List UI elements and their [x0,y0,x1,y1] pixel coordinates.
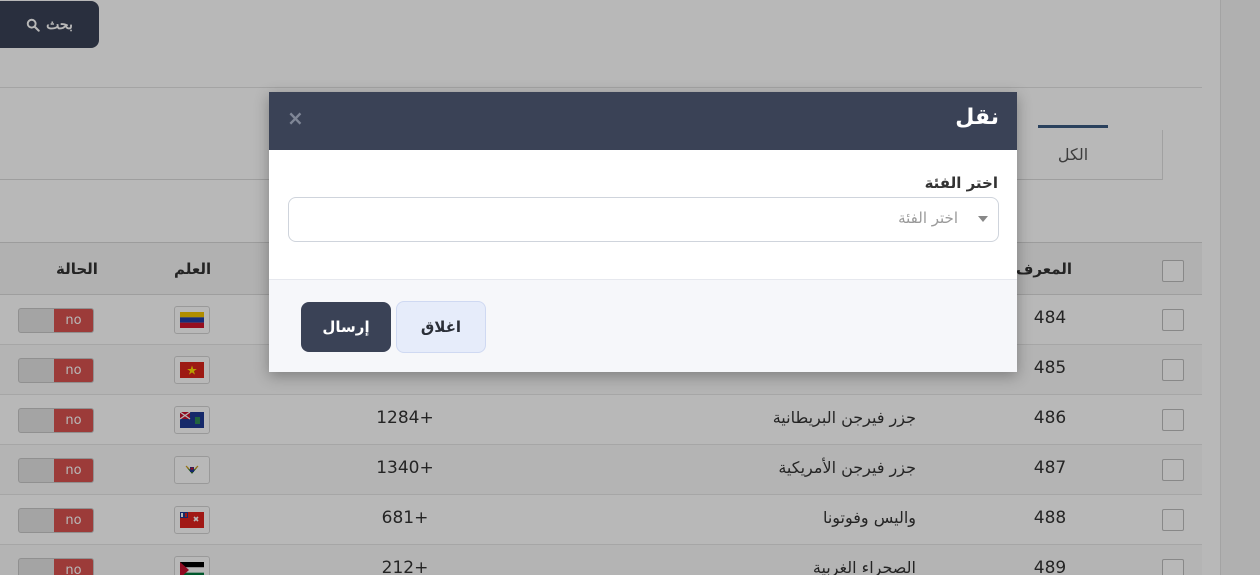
category-select-placeholder: اختر الفئة [898,209,958,227]
category-label: اختر الفئة [924,174,998,192]
send-button[interactable]: إرسال [301,302,391,352]
move-dialog: نقل × اختر الفئة اختر الفئة إرسال اغلاق [269,92,1017,372]
close-icon[interactable]: × [287,106,304,130]
dialog-footer: إرسال اغلاق [269,279,1017,372]
close-button[interactable]: اغلاق [396,301,486,353]
dialog-header: نقل × [269,92,1017,150]
dialog-body: اختر الفئة اختر الفئة [269,150,1017,279]
chevron-down-icon [978,216,988,222]
dialog-title: نقل [955,105,999,130]
category-select[interactable]: اختر الفئة [288,197,999,242]
